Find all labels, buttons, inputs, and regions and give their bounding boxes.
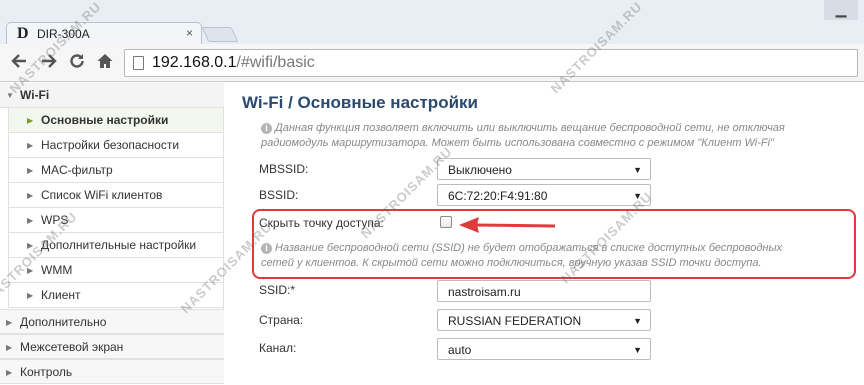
- chevron-right-icon: ▶: [27, 141, 34, 150]
- home-icon[interactable]: [96, 52, 114, 74]
- red-arrow-icon: [459, 217, 556, 233]
- info-text-broadcast: i Данная функция позволяет включить или в…: [261, 122, 785, 149]
- chevron-right-icon: ▶: [6, 368, 13, 377]
- chevron-right-icon: ▶: [6, 318, 13, 327]
- chevron-down-icon: ▼: [633, 165, 642, 175]
- sidebar-item-wps[interactable]: ▶ WPS: [8, 208, 224, 233]
- sidebar-section-wifi[interactable]: ▼ Wi-Fi: [0, 83, 224, 108]
- close-icon[interactable]: ×: [186, 26, 193, 40]
- ssid-label: SSID:*: [259, 283, 296, 297]
- sidebar-item-wifi-clients[interactable]: ▶ Список WiFi клиентов: [8, 183, 224, 208]
- chevron-right-icon: ▶: [27, 291, 34, 300]
- address-bar[interactable]: 192.168.0.1/#wifi/basic: [124, 49, 858, 77]
- page-icon: [133, 56, 144, 70]
- chevron-down-icon: ▼: [633, 316, 642, 326]
- ssid-input[interactable]: nastroisam.ru: [437, 280, 651, 302]
- new-tab-button[interactable]: [201, 27, 239, 42]
- sidebar-item-control[interactable]: ▶ Контроль: [0, 359, 224, 384]
- sidebar-item-basic-settings[interactable]: ▶ Основные настройки: [8, 108, 224, 133]
- chevron-right-icon: ▶: [27, 216, 34, 225]
- sidebar-menu: ▼ Wi-Fi ▶ Основные настройки ▶ Настройки…: [0, 83, 224, 384]
- country-select[interactable]: RUSSIAN FEDERATION ▼: [437, 309, 651, 331]
- url-text[interactable]: 192.168.0.1/#wifi/basic: [152, 54, 315, 72]
- mbssid-select[interactable]: Выключено ▼: [437, 158, 651, 180]
- sidebar-item-security[interactable]: ▶ Настройки безопасности: [8, 133, 224, 158]
- chevron-right-icon: ▶: [6, 343, 13, 352]
- channel-select[interactable]: auto ▼: [437, 338, 651, 360]
- favicon-icon: D: [17, 25, 29, 42]
- mbssid-label: MBSSID:: [259, 162, 309, 176]
- country-label: Страна:: [259, 313, 304, 327]
- info-icon: i: [261, 123, 272, 134]
- reload-icon[interactable]: [68, 52, 86, 74]
- browser-toolbar: 192.168.0.1/#wifi/basic: [0, 44, 864, 82]
- sidebar-item-wmm[interactable]: ▶ WMM: [8, 258, 224, 283]
- browser-tab-bar: D DIR-300A × ▁: [0, 0, 864, 44]
- bssid-select[interactable]: 6C:72:20:F4:91:80 ▼: [437, 184, 651, 206]
- sidebar-item-mac-filter[interactable]: ▶ MAC-фильтр: [8, 158, 224, 183]
- bssid-label: BSSID:: [259, 188, 299, 202]
- chevron-right-icon: ▶: [27, 166, 34, 175]
- chevron-down-icon: ▼: [633, 345, 642, 355]
- minimize-button[interactable]: ▁: [824, 0, 858, 20]
- chevron-right-icon: ▶: [27, 116, 34, 125]
- page-title: Wi-Fi / Основные настройки: [242, 93, 478, 112]
- browser-tab[interactable]: D DIR-300A ×: [6, 22, 202, 44]
- sidebar-item-firewall[interactable]: ▶ Межсетевой экран: [0, 334, 224, 359]
- channel-label: Канал:: [259, 341, 297, 355]
- chevron-right-icon: ▶: [27, 191, 34, 200]
